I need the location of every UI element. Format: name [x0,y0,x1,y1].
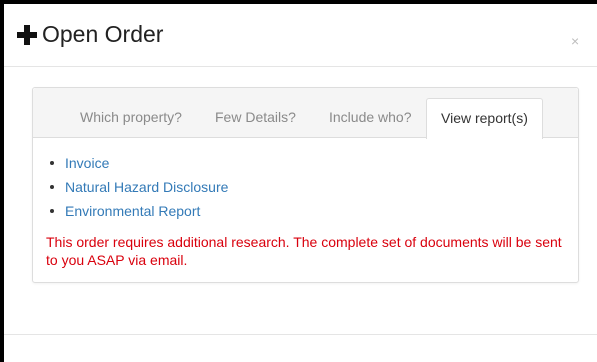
natural-hazard-disclosure-link[interactable]: Natural Hazard Disclosure [65,179,228,195]
tab-include-who[interactable]: Include who? [329,108,412,126]
list-item: Invoice [48,154,228,178]
list-item: Natural Hazard Disclosure [48,178,228,202]
bullet-icon [50,161,54,165]
tab-view-reports[interactable]: View report(s) [426,98,543,139]
order-panel: Which property? Few Details? Include who… [32,87,579,283]
close-icon[interactable]: × [571,34,579,48]
list-item: Environmental Report [48,202,228,226]
footer-divider [4,334,597,335]
modal-header: Open Order × [4,4,597,67]
plus-icon [17,25,37,45]
tab-view-reports-label: View report(s) [441,110,528,126]
report-list: Invoice Natural Hazard Disclosure Enviro… [48,154,228,226]
modal-title: Open Order [42,21,164,47]
bullet-icon [50,185,54,189]
environmental-report-link[interactable]: Environmental Report [65,203,200,219]
open-order-modal: Open Order × Which property? Few Details… [4,4,597,362]
invoice-link[interactable]: Invoice [65,155,109,171]
wizard-tab-bar: Which property? Few Details? Include who… [33,88,578,139]
tab-which-property[interactable]: Which property? [80,108,182,126]
tab-few-details[interactable]: Few Details? [215,108,296,126]
research-notice: This order requires additional research.… [46,234,562,268]
bullet-icon [50,209,54,213]
